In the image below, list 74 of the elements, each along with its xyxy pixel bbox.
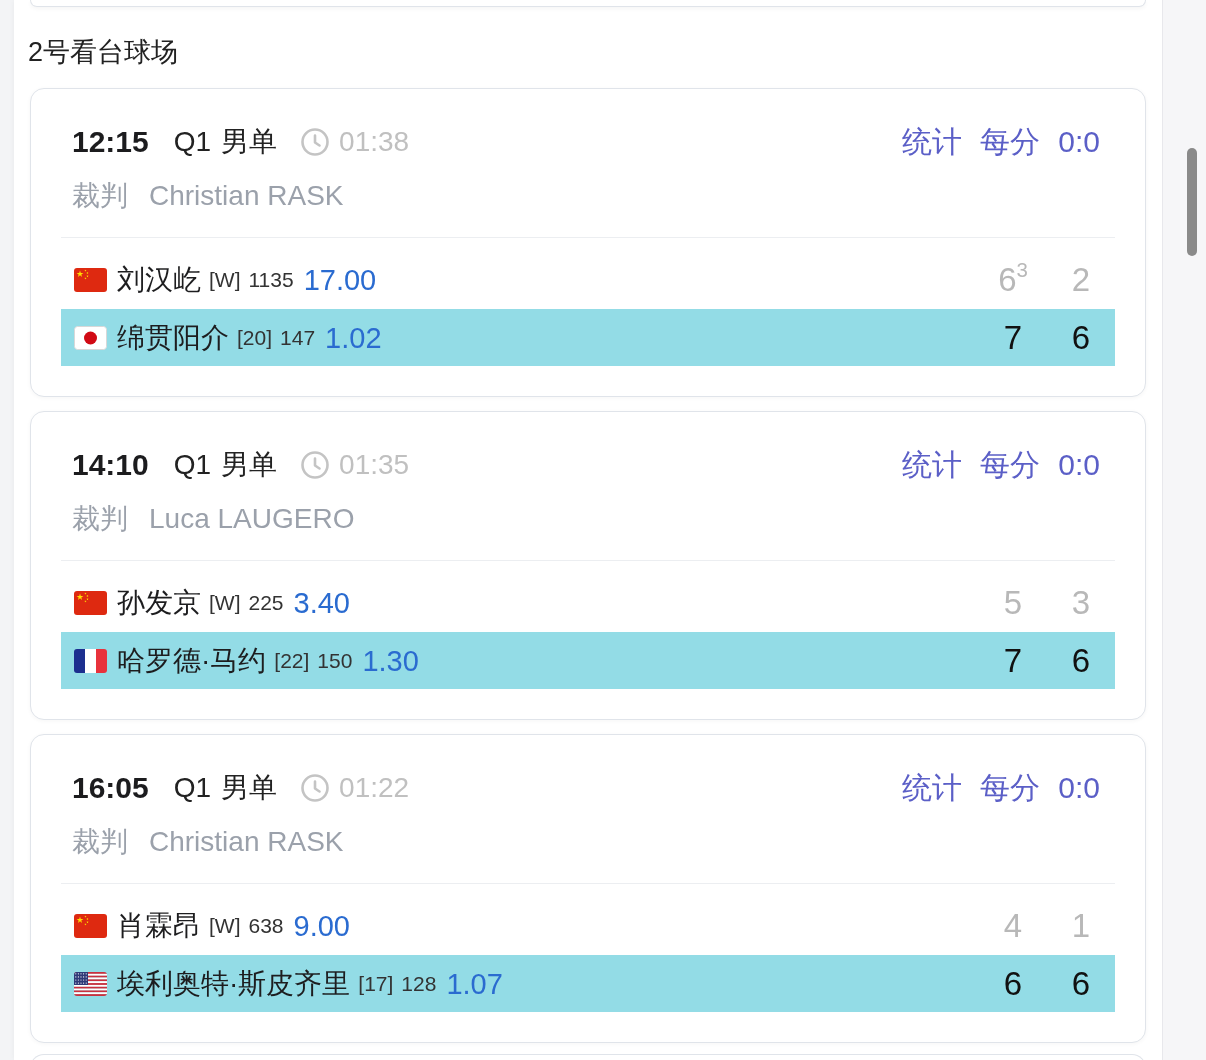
- scrollbar-thumb[interactable]: [1187, 148, 1197, 256]
- clock-icon: [301, 128, 330, 156]
- clock-icon: [301, 774, 330, 802]
- event-label: 男单: [221, 771, 278, 805]
- event-label: 男单: [221, 448, 278, 482]
- set-score: 6: [1070, 640, 1092, 681]
- set-score: 1: [1070, 905, 1092, 946]
- point-by-point-link[interactable]: 每分: [980, 446, 1041, 484]
- seed-label: [W]: [209, 589, 241, 616]
- set-score: 7: [1002, 640, 1024, 681]
- set-score: 4: [1002, 905, 1024, 946]
- player-ranking: 1135: [248, 266, 294, 293]
- betting-odds: 17.00: [303, 262, 377, 298]
- set-score: 2: [1070, 259, 1092, 300]
- set-score: 6: [1070, 963, 1092, 1004]
- player-name: 肖霖昂: [117, 908, 201, 943]
- point-score: 0:0: [1058, 770, 1100, 806]
- stats-link[interactable]: 统计: [902, 769, 963, 807]
- player-ranking: 225: [248, 589, 284, 616]
- round-label: Q1: [173, 771, 212, 805]
- point-score: 0:0: [1058, 447, 1100, 483]
- player-name: 绵贯阳介: [117, 320, 229, 355]
- betting-odds: 1.07: [446, 966, 503, 1002]
- seed-label: [17]: [358, 970, 394, 997]
- betting-odds: 3.40: [293, 585, 350, 621]
- match-duration: 01:38: [339, 125, 410, 159]
- umpire-label: 裁判: [72, 825, 128, 859]
- clock-icon: [301, 451, 330, 479]
- player-name: 哈罗德·马约: [117, 643, 267, 678]
- match-time: 12:15: [72, 124, 149, 160]
- point-score: 0:0: [1058, 124, 1100, 160]
- set-score: 6: [1070, 317, 1092, 358]
- point-by-point-link[interactable]: 每分: [980, 769, 1041, 807]
- section-title: 2号看台球场: [28, 36, 180, 69]
- seed-label: [W]: [209, 912, 241, 939]
- umpire-name: Christian RASK: [149, 179, 344, 213]
- france-flag-icon: [74, 648, 107, 673]
- round-label: Q1: [173, 448, 212, 482]
- betting-odds: 9.00: [293, 908, 350, 944]
- china-flag-icon: [74, 267, 107, 292]
- umpire-label: 裁判: [72, 179, 128, 213]
- player-ranking: 147: [280, 324, 316, 351]
- betting-odds: 1.02: [325, 320, 382, 356]
- player-name: 刘汉屹: [117, 262, 201, 297]
- set-score: 6$^{3}$: [997, 259, 1029, 300]
- set-score: 3: [1070, 582, 1092, 623]
- player-ranking: 150: [317, 647, 353, 674]
- match-time: 14:10: [72, 447, 149, 483]
- match-time: 16:05: [72, 770, 149, 806]
- player-name: 孙发京: [117, 585, 201, 620]
- china-flag-icon: [74, 913, 107, 938]
- match-duration: 01:22: [339, 771, 410, 805]
- china-flag-icon: [74, 590, 107, 615]
- stats-link[interactable]: 统计: [902, 123, 963, 161]
- stats-link[interactable]: 统计: [902, 446, 963, 484]
- umpire-name: Christian RASK: [149, 825, 344, 859]
- match-duration: 01:35: [339, 448, 410, 482]
- betting-odds: 1.30: [362, 643, 419, 679]
- set-score: 6: [1002, 963, 1024, 1004]
- japan-flag-icon: [74, 325, 107, 350]
- player-ranking: 638: [248, 912, 284, 939]
- player-ranking: 128: [401, 970, 437, 997]
- seed-label: [22]: [274, 647, 310, 674]
- set-score: 7: [1002, 317, 1024, 358]
- usa-flag-icon: [74, 971, 107, 996]
- player-name: 埃利奥特·斯皮齐里: [117, 966, 351, 1001]
- umpire-name: Luca LAUGERO: [149, 502, 355, 536]
- point-by-point-link[interactable]: 每分: [980, 123, 1041, 161]
- event-label: 男单: [221, 125, 278, 159]
- set-score: 5: [1002, 582, 1024, 623]
- seed-label: [W]: [209, 266, 241, 293]
- umpire-label: 裁判: [72, 502, 128, 536]
- seed-label: [20]: [237, 324, 273, 351]
- round-label: Q1: [173, 125, 212, 159]
